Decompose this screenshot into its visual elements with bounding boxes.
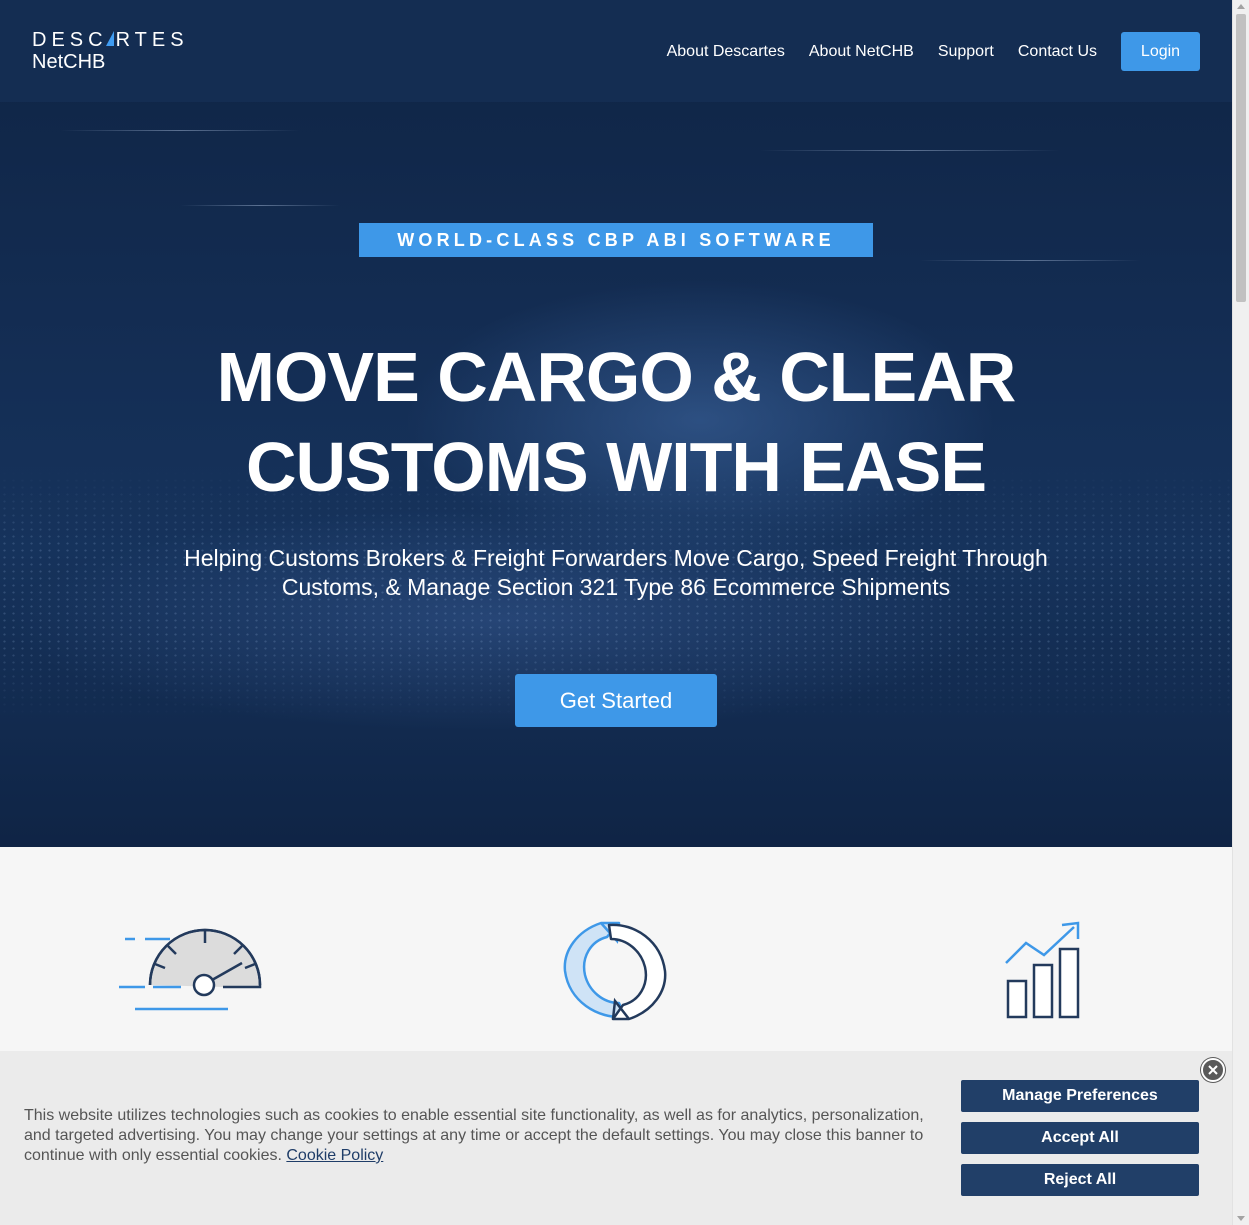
page-scrollbar[interactable] [1232, 0, 1249, 1225]
light-streak [180, 205, 340, 206]
scroll-down-icon[interactable] [1237, 1216, 1245, 1221]
refresh-cycle-icon [563, 921, 667, 1021]
hero-headline-line-2: CUSTOMS WITH EASE [245, 428, 987, 506]
cookie-banner: This website utilizes technologies such … [0, 1051, 1232, 1225]
hero-headline-line-1: MOVE CARGO & CLEAR [216, 338, 1017, 416]
hero-section: DESC RTES NetCHB About Descartes About Ne… [0, 0, 1232, 847]
light-streak [60, 130, 300, 131]
manage-preferences-button[interactable]: Manage Preferences [961, 1080, 1199, 1112]
top-navbar: DESC RTES NetCHB About Descartes About Ne… [0, 0, 1232, 102]
scrollbar-thumb[interactable] [1236, 14, 1246, 302]
descartes-netchb-logo[interactable]: DESC RTES NetCHB [32, 30, 189, 73]
speedometer-icon [119, 928, 262, 1011]
nav-contact-us[interactable]: Contact Us [1018, 43, 1097, 61]
accept-all-button[interactable]: Accept All [961, 1122, 1199, 1154]
hero-tagline: WORLD-CLASS CBP ABI SOFTWARE [359, 223, 873, 257]
main-nav: About Descartes About NetCHB Support Con… [643, 32, 1200, 71]
cookie-message: This website utilizes technologies such … [24, 1106, 939, 1166]
get-started-button[interactable]: Get Started [515, 674, 717, 727]
logo-triangle-icon [105, 31, 114, 46]
scroll-up-icon[interactable] [1237, 4, 1245, 9]
nav-about-descartes[interactable]: About Descartes [667, 43, 785, 61]
close-icon[interactable] [1201, 1058, 1225, 1082]
light-streak [760, 150, 1060, 151]
product-name: NetCHB [32, 51, 106, 73]
close-x-glyph [1208, 1065, 1218, 1075]
login-button[interactable]: Login [1121, 32, 1200, 71]
reject-all-button[interactable]: Reject All [961, 1164, 1199, 1196]
cookie-policy-link[interactable]: Cookie Policy [286, 1147, 383, 1164]
nav-support[interactable]: Support [938, 43, 994, 61]
growth-chart-icon [1005, 921, 1080, 1019]
nav-about-netchb[interactable]: About NetCHB [809, 43, 914, 61]
features-section [0, 847, 1232, 1051]
hero-subheading: Helping Customs Brokers & Freight Forwar… [184, 545, 1048, 600]
brand-name: DESC RTES [32, 29, 189, 51]
cookie-message-text: This website utilizes technologies such … [24, 1107, 924, 1164]
light-streak [920, 260, 1140, 261]
